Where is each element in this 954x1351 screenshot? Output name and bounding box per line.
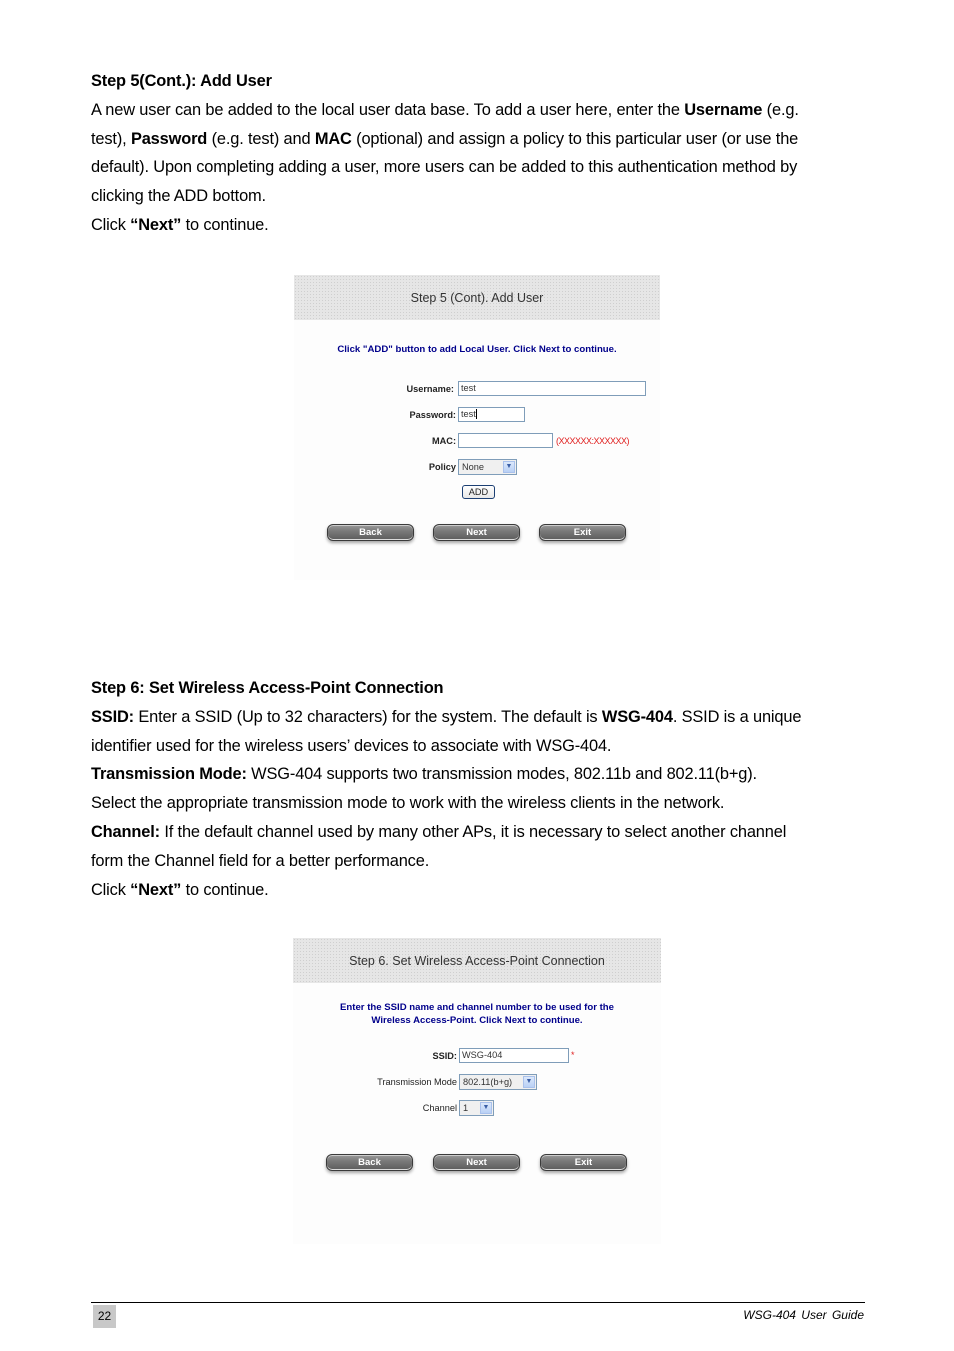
ssid-description-line2: identifier used for the wireless users’ … (91, 736, 612, 755)
transmission-mode-label: Transmission Mode (377, 1077, 457, 1087)
text: test), (91, 129, 131, 148)
transmission-mode-select[interactable]: 802.11(b+g) ▼ (459, 1074, 537, 1090)
wireless-ap-instructions: Enter the SSID name and channel number t… (293, 1001, 661, 1027)
channel-description-line2: form the Channel field for a better perf… (91, 851, 430, 870)
step5-heading: Step 5(Cont.): Add User (91, 72, 272, 90)
exit-button[interactable]: Exit (539, 524, 626, 541)
instructions-line1: Enter the SSID name and channel number t… (340, 1002, 614, 1013)
wireless-ap-title: Step 6. Set Wireless Access-Point Connec… (349, 953, 605, 968)
bold-next: “Next” (130, 880, 182, 899)
step6-heading: Step 6: Set Wireless Access-Point Connec… (91, 679, 444, 697)
page-number: 22 (93, 1305, 116, 1328)
mac-label: MAC: (432, 436, 456, 446)
text: . SSID is a unique (672, 707, 802, 726)
chevron-down-icon[interactable]: ▼ (523, 1076, 535, 1088)
password-input[interactable]: test​ (458, 407, 525, 422)
channel-label: Channel (422, 1103, 457, 1113)
back-button[interactable]: Back (326, 1154, 413, 1171)
step5-paragraph-line4: clicking the ADD bottom. (91, 187, 266, 206)
bold-username: Username (684, 100, 763, 119)
step5-click-next: Click “Next” to continue. (91, 211, 871, 240)
step5-paragraph-line3: default). Upon completing adding a user,… (91, 158, 798, 177)
footer-divider (91, 1302, 865, 1303)
username-input[interactable]: test (458, 381, 646, 396)
text: Enter a SSID (Up to 32 characters) for t… (133, 707, 602, 726)
mac-input[interactable] (458, 433, 553, 448)
add-user-instructions: Click "ADD" button to add Local User. Cl… (337, 344, 617, 355)
text: (e.g. test) and (207, 129, 315, 148)
step6-click-next: Click “Next” to continue. (91, 876, 871, 905)
chevron-down-icon[interactable]: ▼ (480, 1102, 492, 1114)
bold-ssid: SSID: (91, 707, 134, 726)
policy-value: None (462, 462, 484, 472)
add-user-title-bar: Step 5 (Cont). Add User (294, 275, 660, 320)
add-user-title: Step 5 (Cont). Add User (410, 290, 544, 305)
policy-select[interactable]: None ▼ (458, 459, 517, 475)
text: Click (91, 880, 131, 899)
mode-description-line1: Transmission Mode: WSG-404 supports two … (91, 760, 871, 789)
required-marker: * (571, 1050, 575, 1060)
bold-password: Password (130, 129, 208, 148)
password-label: Password: (409, 410, 456, 420)
bold-mac: MAC (314, 129, 352, 148)
text: A new user can be added to the local use… (91, 100, 685, 119)
next-button[interactable]: Next (433, 1154, 520, 1171)
ssid-input[interactable]: WSG-404 (459, 1048, 569, 1063)
text: If the default channel used by many othe… (159, 822, 787, 841)
transmission-mode-value: 802.11(b+g) (463, 1077, 513, 1087)
chevron-down-icon[interactable]: ▼ (503, 461, 515, 473)
step5-paragraph-line1: A new user can be added to the local use… (91, 96, 871, 125)
mac-format-hint: (XXXXXX:XXXXXX) (556, 436, 630, 446)
channel-select[interactable]: 1 ▼ (459, 1100, 494, 1116)
section-step5-text: Step 5(Cont.): Add User A new user can b… (91, 67, 871, 240)
text: (e.g. (762, 100, 799, 119)
bold-channel: Channel: (91, 822, 160, 841)
text-cursor: ​ (475, 409, 477, 419)
text: to continue. (181, 880, 269, 899)
exit-button[interactable]: Exit (540, 1154, 627, 1171)
wireless-ap-title-bar: Step 6. Set Wireless Access-Point Connec… (293, 938, 661, 983)
channel-description-line1: Channel: If the default channel used by … (91, 818, 871, 847)
back-button[interactable]: Back (327, 524, 414, 541)
section-step6-text: Step 6: Set Wireless Access-Point Connec… (91, 674, 871, 904)
instructions-line2: Wireless Access-Point. Click Next to con… (371, 1015, 583, 1026)
step5-paragraph-line2: test), Password (e.g. test) and MAC (opt… (91, 125, 871, 154)
mode-description-line2: Select the appropriate transmission mode… (91, 794, 725, 813)
add-button[interactable]: ADD (462, 485, 495, 499)
text: Click (91, 215, 131, 234)
text: WSG-404 supports two transmission modes,… (246, 765, 757, 784)
bold-next: “Next” (130, 215, 182, 234)
text: to continue. (181, 215, 269, 234)
username-label: Username: (406, 384, 455, 394)
text: (optional) and assign a policy to this p… (351, 129, 799, 148)
bold-transmission-mode: Transmission Mode: (91, 765, 247, 784)
add-user-screenshot: Step 5 (Cont). Add User Click "ADD" butt… (294, 275, 660, 580)
wireless-ap-screenshot: Step 6. Set Wireless Access-Point Connec… (293, 938, 661, 1244)
guide-title: WSG-404 User Guide (743, 1308, 864, 1322)
ssid-description-line1: SSID: Enter a SSID (Up to 32 characters)… (91, 703, 871, 732)
channel-value: 1 (463, 1103, 469, 1113)
next-button[interactable]: Next (433, 524, 520, 541)
ssid-label: SSID: (432, 1051, 457, 1061)
bold-wsg404: WSG-404 (601, 707, 673, 726)
password-value: test (461, 409, 476, 419)
policy-label: Policy (428, 462, 456, 472)
